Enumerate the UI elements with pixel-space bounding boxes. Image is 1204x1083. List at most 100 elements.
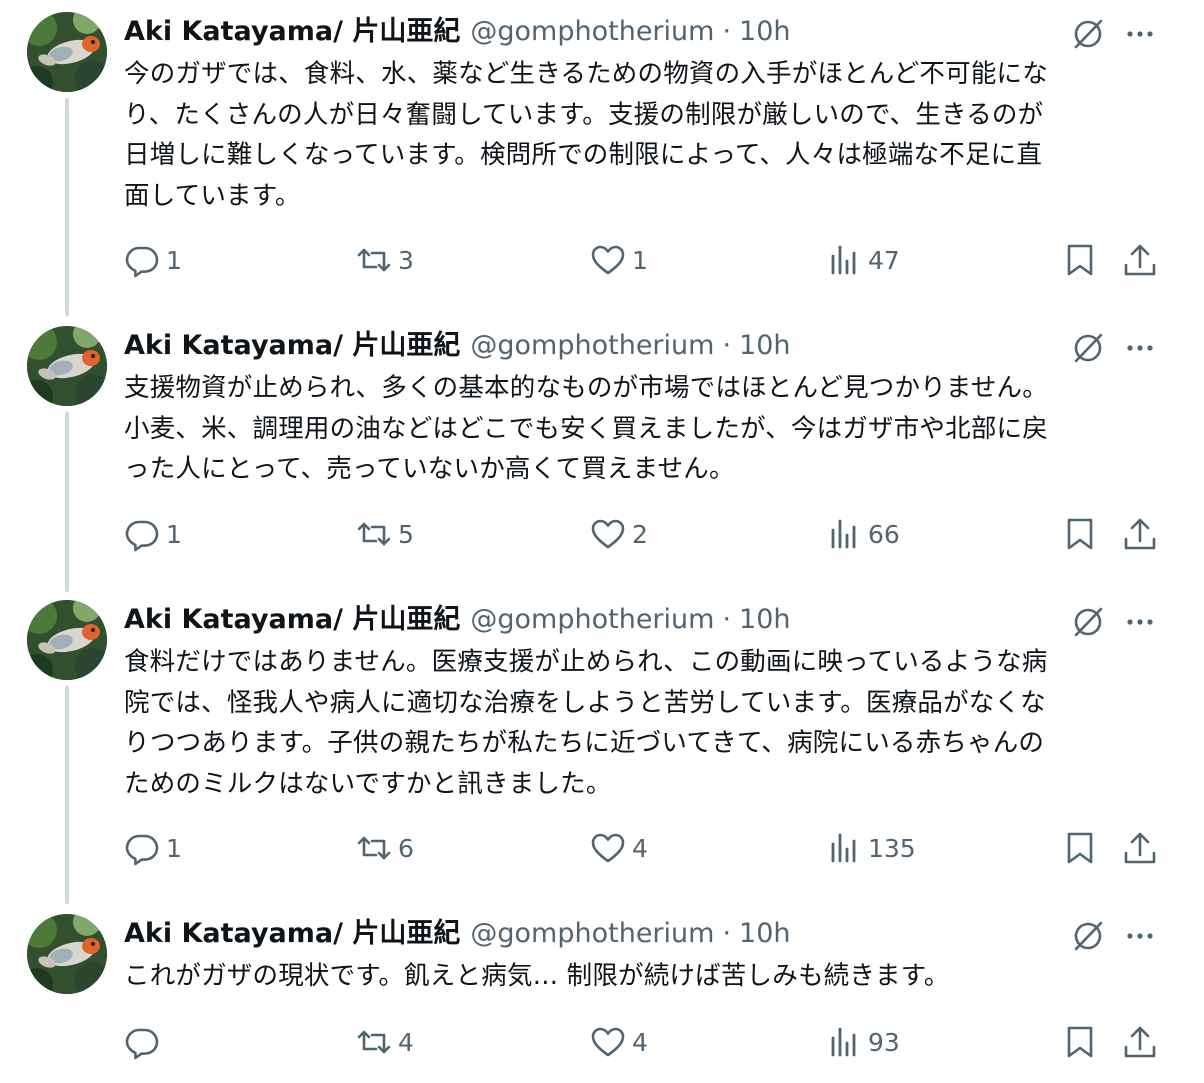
more-icon[interactable] (1122, 16, 1158, 52)
views-chart-icon (831, 245, 856, 275)
timestamp[interactable]: 10h (739, 328, 790, 364)
avatar-image (27, 600, 107, 680)
heart-icon (591, 1027, 625, 1057)
avatar[interactable] (27, 600, 107, 680)
tweet-header: Aki Katayama/ 片山亜紀 @gomphotherium · 10h (124, 14, 791, 50)
tweet-text-line: ためのミルクはないですかと訊きました。 (124, 768, 612, 799)
grok-icon[interactable] (1070, 330, 1106, 366)
reply-icon (125, 834, 159, 866)
views-button[interactable]: 47 (826, 238, 900, 282)
tweet-text-line: 日増しに難しくなっています。検問所での制限によって、人々は極端な不足に直 (124, 140, 1043, 170)
views-button[interactable]: 93 (826, 1020, 900, 1064)
bookmark-button[interactable] (1062, 1020, 1098, 1064)
grok-icon[interactable] (1070, 16, 1106, 52)
tweet-text-line: 食料だけではありません。医療支援が止められ、この動画に映っているような病 (124, 647, 1048, 677)
more-icon[interactable] (1122, 918, 1158, 954)
tweet-text: 支援物資が止められ、多くの基本的なものが市場ではほとんど見つかりません。 小麦、米… (124, 368, 1154, 490)
grok-icon[interactable] (1070, 918, 1106, 954)
like-button[interactable]: 4 (590, 826, 648, 870)
author-handle[interactable]: @gomphotherium (470, 328, 714, 364)
tweet-header: Aki Katayama/ 片山亜紀 @gomphotherium · 10h (124, 602, 791, 638)
retweet-icon (357, 836, 391, 860)
avatar-image (27, 914, 107, 994)
separator-dot: · (722, 604, 732, 635)
share-button[interactable] (1122, 238, 1158, 282)
views-chart-icon (831, 519, 856, 549)
more-icon[interactable] (1122, 330, 1158, 366)
avatar[interactable] (27, 914, 107, 994)
like-count: 4 (632, 833, 648, 863)
more-icon[interactable] (1122, 604, 1158, 640)
author-handle[interactable]: @gomphotherium (470, 602, 714, 638)
tweet-text-line: りつつあります。子供の親たちが私たちに近づいてきて、病院にいる赤ちゃんの (124, 728, 1045, 758)
author-name[interactable]: Aki Katayama/ 片山亜紀 (124, 916, 460, 952)
tweet-text-line: り、たくさんの人が日々奮闘しています。支援の制限が厳しいので、生きるのが (124, 99, 1044, 130)
retweet-button[interactable]: 5 (356, 512, 414, 556)
tweet-actions: 1 6 4 135 (0, 826, 1204, 870)
bookmark-icon (1067, 832, 1093, 864)
avatar-image (27, 12, 107, 92)
tweet[interactable]: Aki Katayama/ 片山亜紀 @gomphotherium · 10h … (0, 314, 1204, 572)
tweet-actions: 1 5 2 66 (0, 512, 1204, 556)
author-handle[interactable]: @gomphotherium (470, 14, 714, 50)
timestamp[interactable]: 10h (739, 916, 790, 952)
author-name[interactable]: Aki Katayama/ 片山亜紀 (124, 14, 460, 50)
tweet-header: Aki Katayama/ 片山亜紀 @gomphotherium · 10h (124, 328, 791, 364)
tweet-text-line: 面しています。 (124, 180, 301, 211)
tweet[interactable]: Aki Katayama/ 片山亜紀 @gomphotherium · 10h … (0, 588, 1204, 886)
avatar-image (27, 326, 107, 406)
reply-button[interactable]: 1 (124, 512, 182, 556)
separator-dot: · (722, 16, 732, 47)
retweet-icon (357, 1030, 391, 1054)
retweet-count: 6 (398, 833, 414, 863)
share-button[interactable] (1122, 1020, 1158, 1064)
author-name[interactable]: Aki Katayama/ 片山亜紀 (124, 328, 460, 364)
tweet-actions: 4 4 93 (0, 1020, 1204, 1064)
tweet[interactable]: Aki Katayama/ 片山亜紀 @gomphotherium · 10h … (0, 0, 1204, 298)
separator-dot: · (722, 330, 732, 361)
reply-button[interactable]: 1 (124, 826, 182, 870)
bookmark-icon (1067, 1026, 1093, 1058)
bookmark-button[interactable] (1062, 238, 1098, 282)
avatar[interactable] (27, 326, 107, 406)
tweet-text-line: 支援物資が止められ、多くの基本的なものが市場ではほとんど見つかりません。 (124, 373, 1048, 403)
retweet-button[interactable]: 6 (356, 826, 414, 870)
grok-icon[interactable] (1070, 604, 1106, 640)
share-icon (1124, 518, 1156, 550)
separator-dot: · (722, 918, 732, 949)
share-button[interactable] (1122, 826, 1158, 870)
tweet-actions: 1 3 1 47 (0, 238, 1204, 282)
retweet-icon (357, 248, 391, 272)
tweet-text-line: 今のガザでは、食料、水、薬など生きるための物資の入手がほとんど不可能にな (124, 59, 1048, 89)
timestamp[interactable]: 10h (739, 14, 790, 50)
bookmark-button[interactable] (1062, 512, 1098, 556)
timestamp[interactable]: 10h (739, 602, 790, 638)
like-button[interactable]: 1 (590, 238, 648, 282)
heart-icon (591, 245, 625, 275)
views-chart-icon (831, 833, 856, 863)
like-button[interactable]: 4 (590, 1020, 648, 1064)
views-count: 47 (868, 245, 900, 275)
like-count: 4 (632, 1027, 648, 1057)
reply-count: 1 (166, 245, 182, 275)
like-button[interactable]: 2 (590, 512, 648, 556)
reply-button[interactable] (124, 1020, 166, 1064)
reply-icon (125, 520, 159, 552)
reply-button[interactable]: 1 (124, 238, 182, 282)
tweet-text: 食料だけではありません。医療支援が止められ、この動画に映っているような病 院では、… (124, 642, 1154, 804)
avatar[interactable] (27, 12, 107, 92)
bookmark-button[interactable] (1062, 826, 1098, 870)
retweet-icon (357, 522, 391, 546)
share-button[interactable] (1122, 512, 1158, 556)
retweet-button[interactable]: 4 (356, 1020, 414, 1064)
author-name[interactable]: Aki Katayama/ 片山亜紀 (124, 602, 460, 638)
retweet-count: 5 (398, 519, 414, 549)
tweet-text-line: 小麦、米、調理用の油などはどこでも安く買えましたが、今はガザ市や北部に戻 (124, 413, 1048, 444)
views-button[interactable]: 135 (826, 826, 916, 870)
retweet-button[interactable]: 3 (356, 238, 414, 282)
heart-icon (591, 519, 625, 549)
bookmark-icon (1067, 244, 1093, 276)
author-handle[interactable]: @gomphotherium (470, 916, 714, 952)
tweet[interactable]: Aki Katayama/ 片山亜紀 @gomphotherium · 10h … (0, 902, 1204, 1080)
views-button[interactable]: 66 (826, 512, 900, 556)
